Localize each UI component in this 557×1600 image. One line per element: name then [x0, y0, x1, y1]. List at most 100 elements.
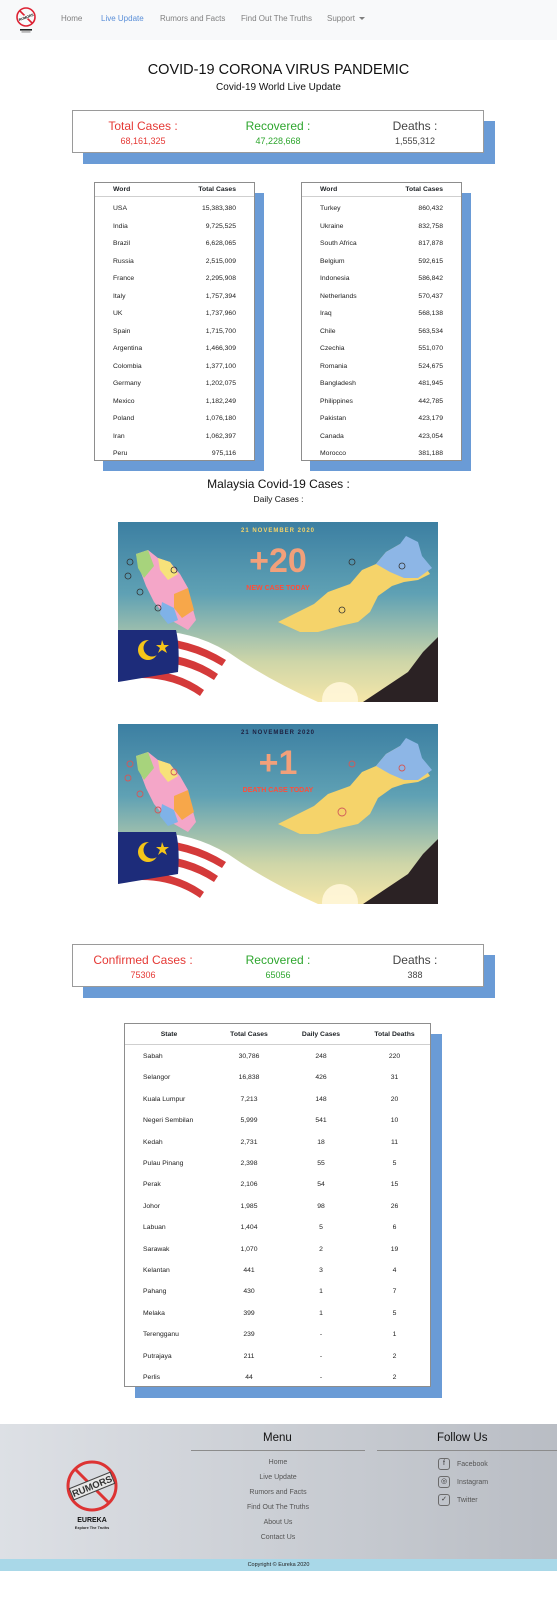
country-name: Russia [113, 257, 134, 265]
column-header-state: State [160, 1031, 178, 1038]
twitter-icon[interactable]: ✓ [438, 1494, 450, 1506]
state-total-deaths: 2 [392, 1352, 397, 1360]
footer-link-live-update[interactable]: Live Update [188, 1474, 368, 1481]
world-total-label: Total Cases : [108, 119, 178, 133]
country-name: Chile [320, 327, 336, 335]
country-name: India [113, 222, 128, 230]
total-cases-value: 563,534 [418, 327, 443, 335]
table-row: Italy 1,757,394 [95, 288, 254, 306]
total-cases-value: 1,182,249 [205, 397, 236, 405]
table-row: Sarawak 1,070 2 19 [125, 1239, 430, 1260]
table-row: UK 1,737,960 [95, 305, 254, 323]
table-row: Putrajaya 211-2 [125, 1346, 430, 1367]
brand-logo[interactable]: RUMORS [14, 6, 38, 34]
total-cases-value: 860,432 [418, 205, 443, 212]
my-deaths-value: 388 [407, 970, 423, 980]
instagram-icon[interactable]: ◎ [438, 1476, 450, 1488]
state-total-deaths: 2 [392, 1374, 397, 1381]
table-row: Colombia 1,377,100 [95, 358, 254, 376]
column-header-total-cases: Total Cases [405, 186, 443, 193]
table-row: Bangladesh 481,945 [302, 375, 461, 393]
total-cases-value: 1,377,100 [205, 362, 236, 370]
world-stats-card: Total Cases : 68,161,325 Recovered : 47,… [72, 110, 484, 153]
state-daily-cases: - [319, 1352, 323, 1360]
footer-link-rumors-and-facts[interactable]: Rumors and Facts [188, 1489, 368, 1496]
table-row: Germany 1,202,075 [95, 375, 254, 393]
death-case-caption: DEATH CASE TODAY [242, 787, 314, 794]
state-total-deaths: 26 [390, 1202, 399, 1210]
infographic-date: 21 NOVEMBER 2020 [240, 528, 316, 534]
total-cases-value: 524,675 [418, 362, 443, 370]
state-daily-cases: 248 [315, 1053, 327, 1060]
nav-home[interactable]: Home [61, 14, 82, 23]
page-subtitle: Covid-19 World Live Update [216, 82, 341, 93]
state-daily-cases: 18 [317, 1138, 325, 1146]
state-daily-cases: 1 [319, 1288, 323, 1296]
country-name: Poland [113, 415, 135, 422]
world-total-stat: Total Cases : 68,161,325 [73, 119, 213, 146]
footer-link-about-us[interactable]: About Us [188, 1519, 368, 1526]
total-cases-value: 6,628,065 [205, 240, 236, 247]
world-recovered-stat: Recovered : 47,228,668 [208, 119, 348, 146]
state-daily-cases: 5 [319, 1224, 323, 1232]
state-total-cases: 441 [243, 1267, 255, 1274]
state-daily-cases: - [319, 1331, 323, 1339]
nav-live-update[interactable]: Live Update [101, 14, 144, 23]
total-cases-value: 481,945 [418, 380, 443, 387]
country-name: Mexico [113, 397, 135, 405]
country-name: Canada [320, 432, 344, 440]
state-total-deaths: 19 [390, 1245, 399, 1253]
total-cases-value: 586,842 [418, 275, 443, 282]
table-row: Mexico 1,182,249 [95, 393, 254, 411]
world-deaths-stat: Deaths : 1,555,312 [345, 119, 485, 146]
country-name: Czechia [320, 345, 345, 352]
total-cases-value: 423,054 [418, 432, 443, 440]
table-row: Czechia 551,070 [302, 340, 461, 358]
table-row: Argentina 1,466,309 [95, 340, 254, 358]
world-table-right: Word Total Cases Turkey 860,432 Ukraine 832… [301, 182, 462, 461]
footer-logo[interactable]: RUMORS [62, 1456, 122, 1516]
column-header-total-cases: Total Cases [230, 1031, 268, 1038]
footer: RUMORS EUREKA Explore The Truths Menu Ho… [0, 1424, 557, 1559]
total-cases-value: 570,437 [418, 292, 443, 300]
table-header: Word Total Cases [302, 183, 461, 197]
country-name: Bangladesh [320, 380, 356, 387]
nav-find-out-the-truths[interactable]: Find Out The Truths [241, 14, 312, 23]
my-recovered-value: 65056 [265, 970, 291, 980]
total-cases-value: 1,757,394 [205, 292, 236, 300]
state-daily-cases: - [319, 1374, 323, 1381]
state-total-cases: 44 [245, 1374, 253, 1381]
column-header-total-cases: Total Cases [198, 186, 236, 193]
state-daily-cases: 541 [315, 1117, 327, 1125]
my-confirmed-value: 75306 [130, 970, 156, 980]
state-daily-cases: 54 [317, 1181, 325, 1189]
total-cases-value: 9,725,525 [205, 222, 236, 230]
footer-link-find-out-the-truths[interactable]: Find Out The Truths [188, 1504, 368, 1511]
facebook-icon[interactable]: f [438, 1458, 450, 1470]
footer-menu-divider [191, 1450, 365, 1451]
state-daily-cases: 1 [319, 1309, 323, 1317]
world-deaths-label: Deaths : [392, 119, 438, 133]
state-total-cases: 30,786 [238, 1053, 260, 1060]
footer-link-home[interactable]: Home [188, 1459, 368, 1466]
world-total-value: 68,161,325 [120, 136, 166, 146]
my-recovered-stat: Recovered : 65056 [208, 953, 348, 980]
table-row: Kuala Lumpur 7,213 148 20 [125, 1089, 430, 1110]
table-header: Word Total Cases [95, 183, 254, 197]
table-row: Russia 2,515,009 [95, 253, 254, 271]
footer-link-contact-us[interactable]: Contact Us [188, 1534, 368, 1541]
country-name: Brazil [113, 240, 130, 247]
total-cases-value: 1,202,075 [205, 380, 236, 387]
nav-rumors-and-facts[interactable]: Rumors and Facts [160, 14, 225, 23]
table-row: India 9,725,525 [95, 218, 254, 236]
nav-support-dropdown[interactable]: Support [327, 14, 366, 23]
column-header-total-deaths: Total Deaths [374, 1031, 415, 1038]
country-name: Iran [113, 432, 125, 440]
country-name: Belgium [320, 257, 345, 265]
footer-follow-title: Follow Us [437, 1432, 488, 1444]
state-total-deaths: 15 [390, 1181, 399, 1189]
state-daily-cases: 2 [319, 1245, 323, 1253]
table-row: Romania 524,675 [302, 358, 461, 376]
new-cases-infographic: 21 NOVEMBER 2020 +20 NEW CASE TODAY [118, 522, 438, 702]
state-total-deaths: 4 [392, 1267, 397, 1274]
